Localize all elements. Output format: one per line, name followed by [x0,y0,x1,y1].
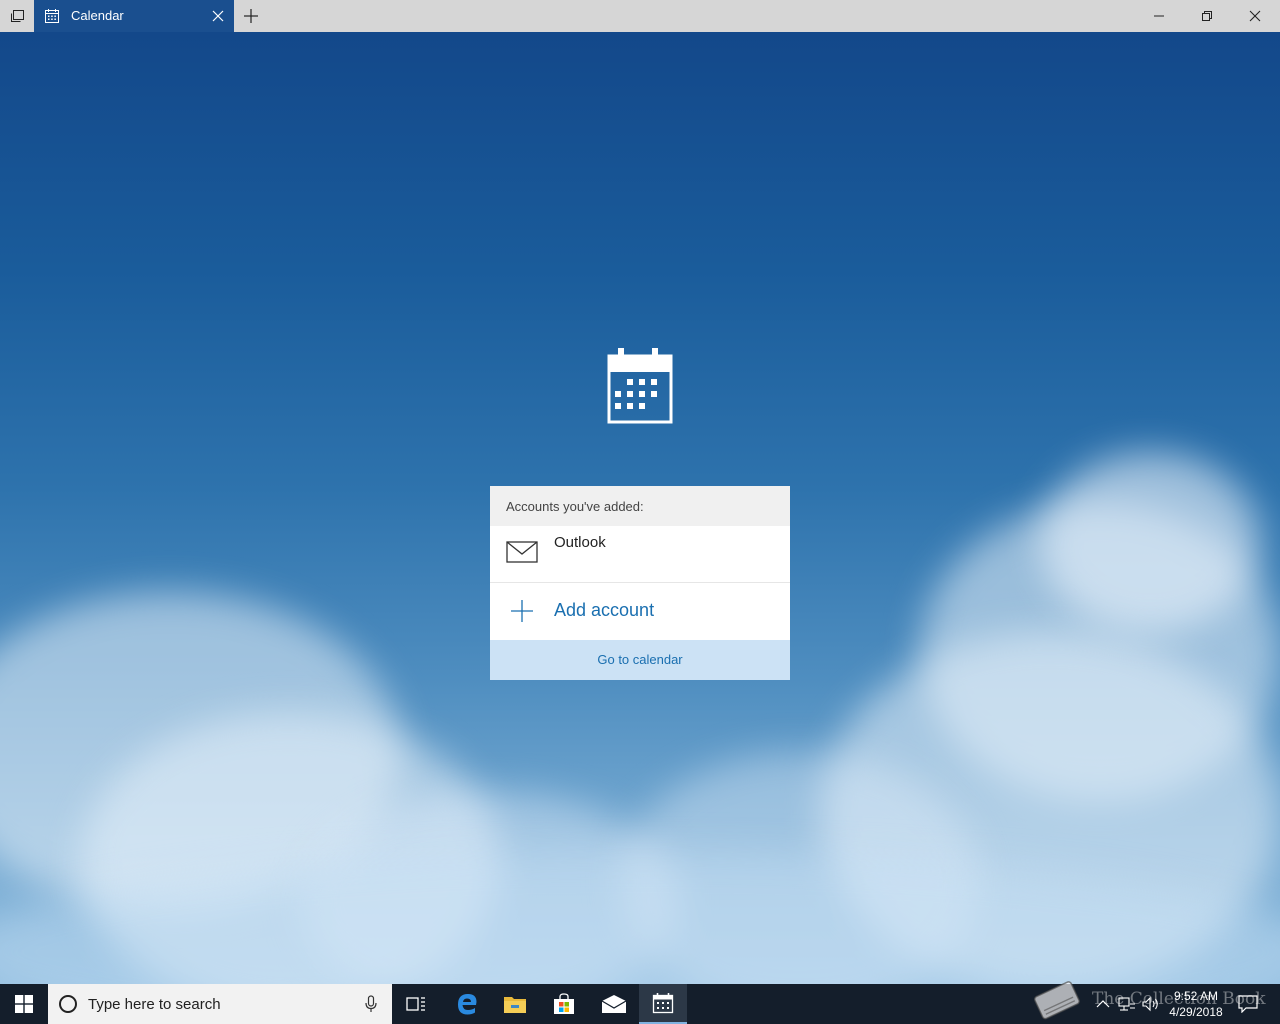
mail-app-icon [601,995,627,1013]
calendar-icon [45,9,59,23]
action-center-icon[interactable] [1238,995,1258,1013]
title-bar: Calendar [0,0,1280,32]
add-account-button[interactable]: Add account [490,583,790,639]
chevron-up-icon[interactable] [1094,996,1112,1012]
taskbar-file-explorer[interactable] [491,984,539,1024]
close-window-button[interactable] [1232,0,1278,32]
restore-button[interactable] [1184,0,1230,32]
task-view-button[interactable] [392,984,440,1024]
tab-overview-button[interactable] [0,0,34,32]
clock-date: 4/29/2018 [1169,1005,1223,1019]
calendar-app-icon [607,348,673,424]
folder-icon [504,997,526,1013]
close-icon [1249,10,1261,22]
accounts-header-text: Accounts you've added: [506,499,644,514]
go-to-calendar-button[interactable]: Go to calendar [490,640,790,680]
restore-icon [1202,11,1212,21]
store-icon [554,993,574,1014]
account-name: Outlook [554,534,606,551]
new-tab-icon[interactable] [243,8,259,24]
taskbar-mail[interactable] [590,984,638,1024]
minimize-button[interactable] [1136,0,1182,32]
search-placeholder: Type here to search [88,996,221,1013]
edge-browser-icon [458,994,477,1015]
accounts-panel: Accounts you've added: Outlook Add accou… [490,486,790,680]
windows-logo-icon [15,995,33,1013]
clock[interactable]: 9:52 AM 4/29/2018 [1160,988,1232,1020]
clock-time: 9:52 AM [1173,989,1219,1003]
volume-icon[interactable] [1142,996,1160,1012]
account-item-outlook[interactable]: Outlook [490,526,790,582]
microphone-icon[interactable] [364,995,378,1013]
tab-overview-icon [11,10,24,22]
minimize-icon [1154,15,1164,17]
book-logo-icon [1033,981,1080,1020]
close-tab-icon[interactable] [210,8,226,24]
taskbar-edge[interactable] [443,984,491,1024]
add-account-label: Add account [554,600,655,620]
tab-title: Calendar [71,8,124,23]
plus-icon [511,600,533,622]
taskbar-store[interactable] [540,984,588,1024]
task-view-icon [406,997,425,1011]
cortana-icon [59,995,77,1013]
network-icon[interactable] [1118,996,1136,1012]
taskbar: Type here to search The Collection Book … [0,981,1280,1024]
search-box[interactable]: Type here to search [48,984,392,1024]
tab-calendar[interactable]: Calendar [34,0,234,32]
taskbar-calendar[interactable] [639,984,687,1024]
mail-icon [506,541,538,563]
calendar-taskbar-icon [652,993,674,1014]
start-button[interactable] [0,984,48,1024]
accounts-header: Accounts you've added: [490,486,790,526]
